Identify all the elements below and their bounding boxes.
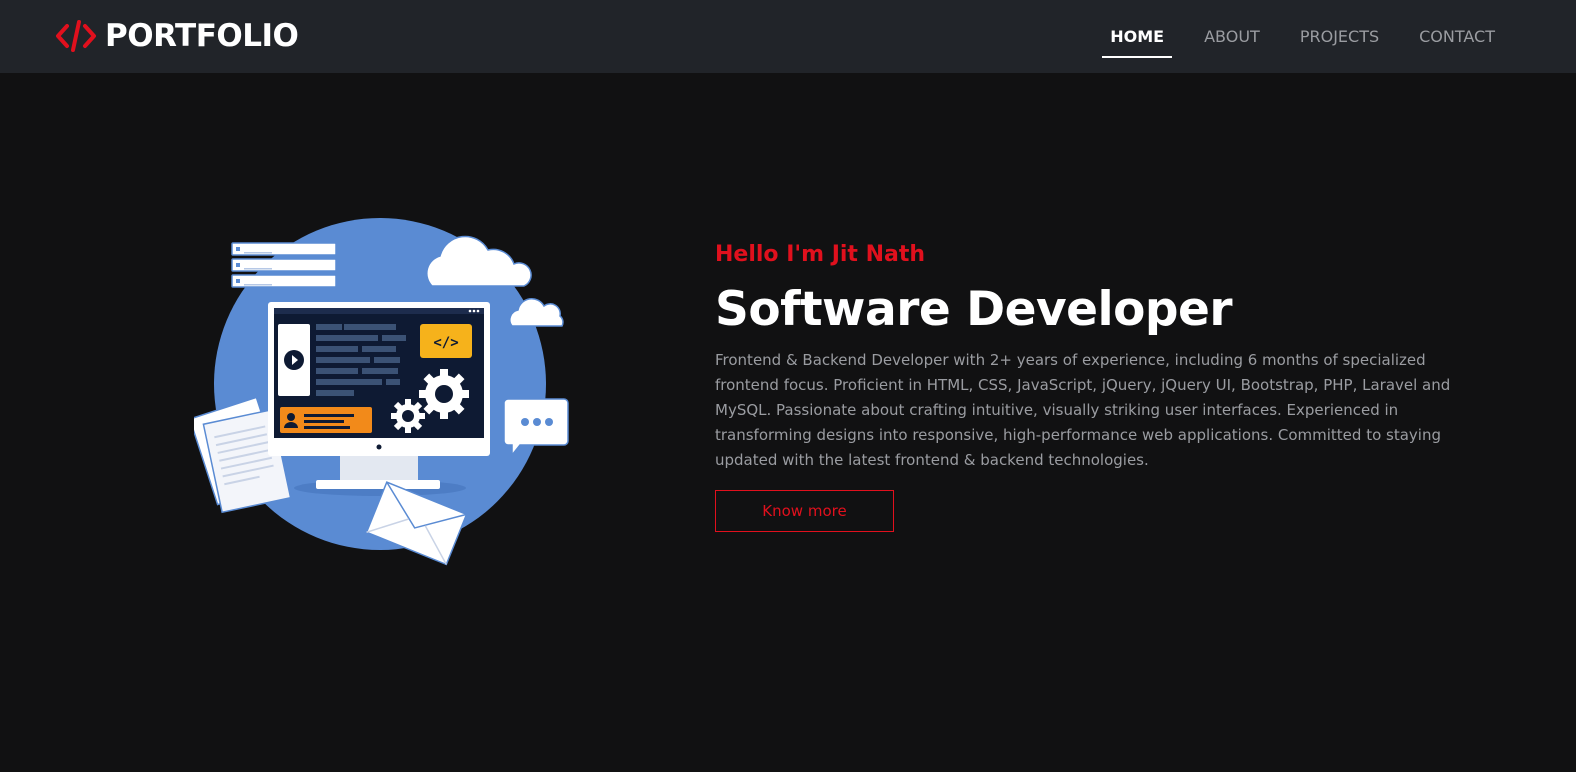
greeting: Hello I'm Jit Nath — [715, 242, 926, 267]
hero-text: Hello I'm Jit Nath Software Developer Fr… — [715, 240, 1475, 532]
chat-bubble-icon — [503, 398, 569, 458]
brand-logo[interactable]: PORTFOLIO — [55, 16, 299, 56]
hero-description: Frontend & Backend Developer with 2+ yea… — [715, 351, 1451, 469]
nav-link-about[interactable]: ABOUT — [1196, 0, 1268, 73]
page-title: Software Developer — [715, 282, 1233, 337]
list-bars-icon — [231, 242, 337, 288]
know-more-button[interactable]: Know more — [715, 490, 894, 532]
code-badge-text: </> — [433, 335, 458, 351]
navbar: PORTFOLIO HOME ABOUT PROJECTS CONTACT — [0, 0, 1576, 73]
nav-link-projects[interactable]: PROJECTS — [1292, 0, 1387, 73]
main-nav: HOME ABOUT PROJECTS CONTACT — [1102, 0, 1503, 73]
brand-name: PORTFOLIO — [105, 18, 299, 54]
nav-link-home[interactable]: HOME — [1102, 0, 1172, 73]
code-brackets-icon — [56, 20, 96, 52]
monitor-icon: </> — [268, 302, 490, 456]
developer-workstation-illustration: </> — [194, 218, 569, 566]
nav-link-contact[interactable]: CONTACT — [1411, 0, 1503, 73]
